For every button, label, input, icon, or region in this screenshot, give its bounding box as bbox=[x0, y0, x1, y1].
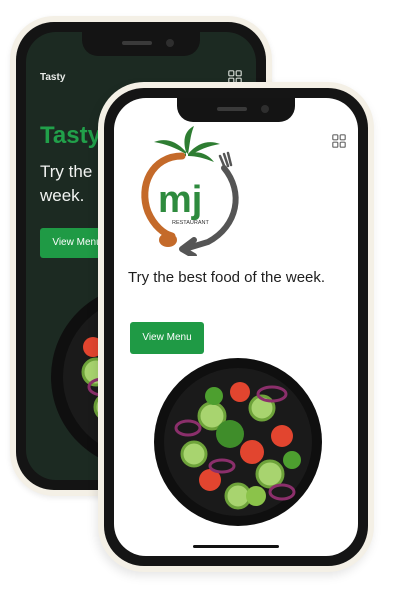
logo-subtext: RESTAURANT bbox=[172, 220, 210, 226]
restaurant-logo: mj RESTAURANT bbox=[141, 126, 239, 256]
front-phone-frame: mj RESTAURANT Try the best food of the w… bbox=[104, 88, 368, 566]
front-phone: mj RESTAURANT Try the best food of the w… bbox=[98, 82, 374, 572]
phone-notch bbox=[82, 32, 200, 56]
view-menu-button[interactable]: View Menu bbox=[130, 322, 204, 354]
speaker bbox=[122, 41, 152, 45]
menu-grid-icon[interactable] bbox=[332, 134, 346, 148]
front-phone-screen: mj RESTAURANT Try the best food of the w… bbox=[114, 98, 358, 556]
speaker bbox=[217, 107, 247, 111]
hero-tagline: Try the best food of the week. bbox=[128, 269, 326, 286]
home-indicator bbox=[193, 545, 279, 548]
hero-title: Tasty bbox=[40, 122, 101, 149]
logo-text: mj bbox=[158, 179, 202, 221]
brand-name: Tasty bbox=[40, 72, 66, 83]
camera bbox=[261, 105, 269, 113]
phone-notch bbox=[177, 98, 295, 122]
camera bbox=[166, 39, 174, 47]
salad-plate-image bbox=[154, 358, 322, 526]
